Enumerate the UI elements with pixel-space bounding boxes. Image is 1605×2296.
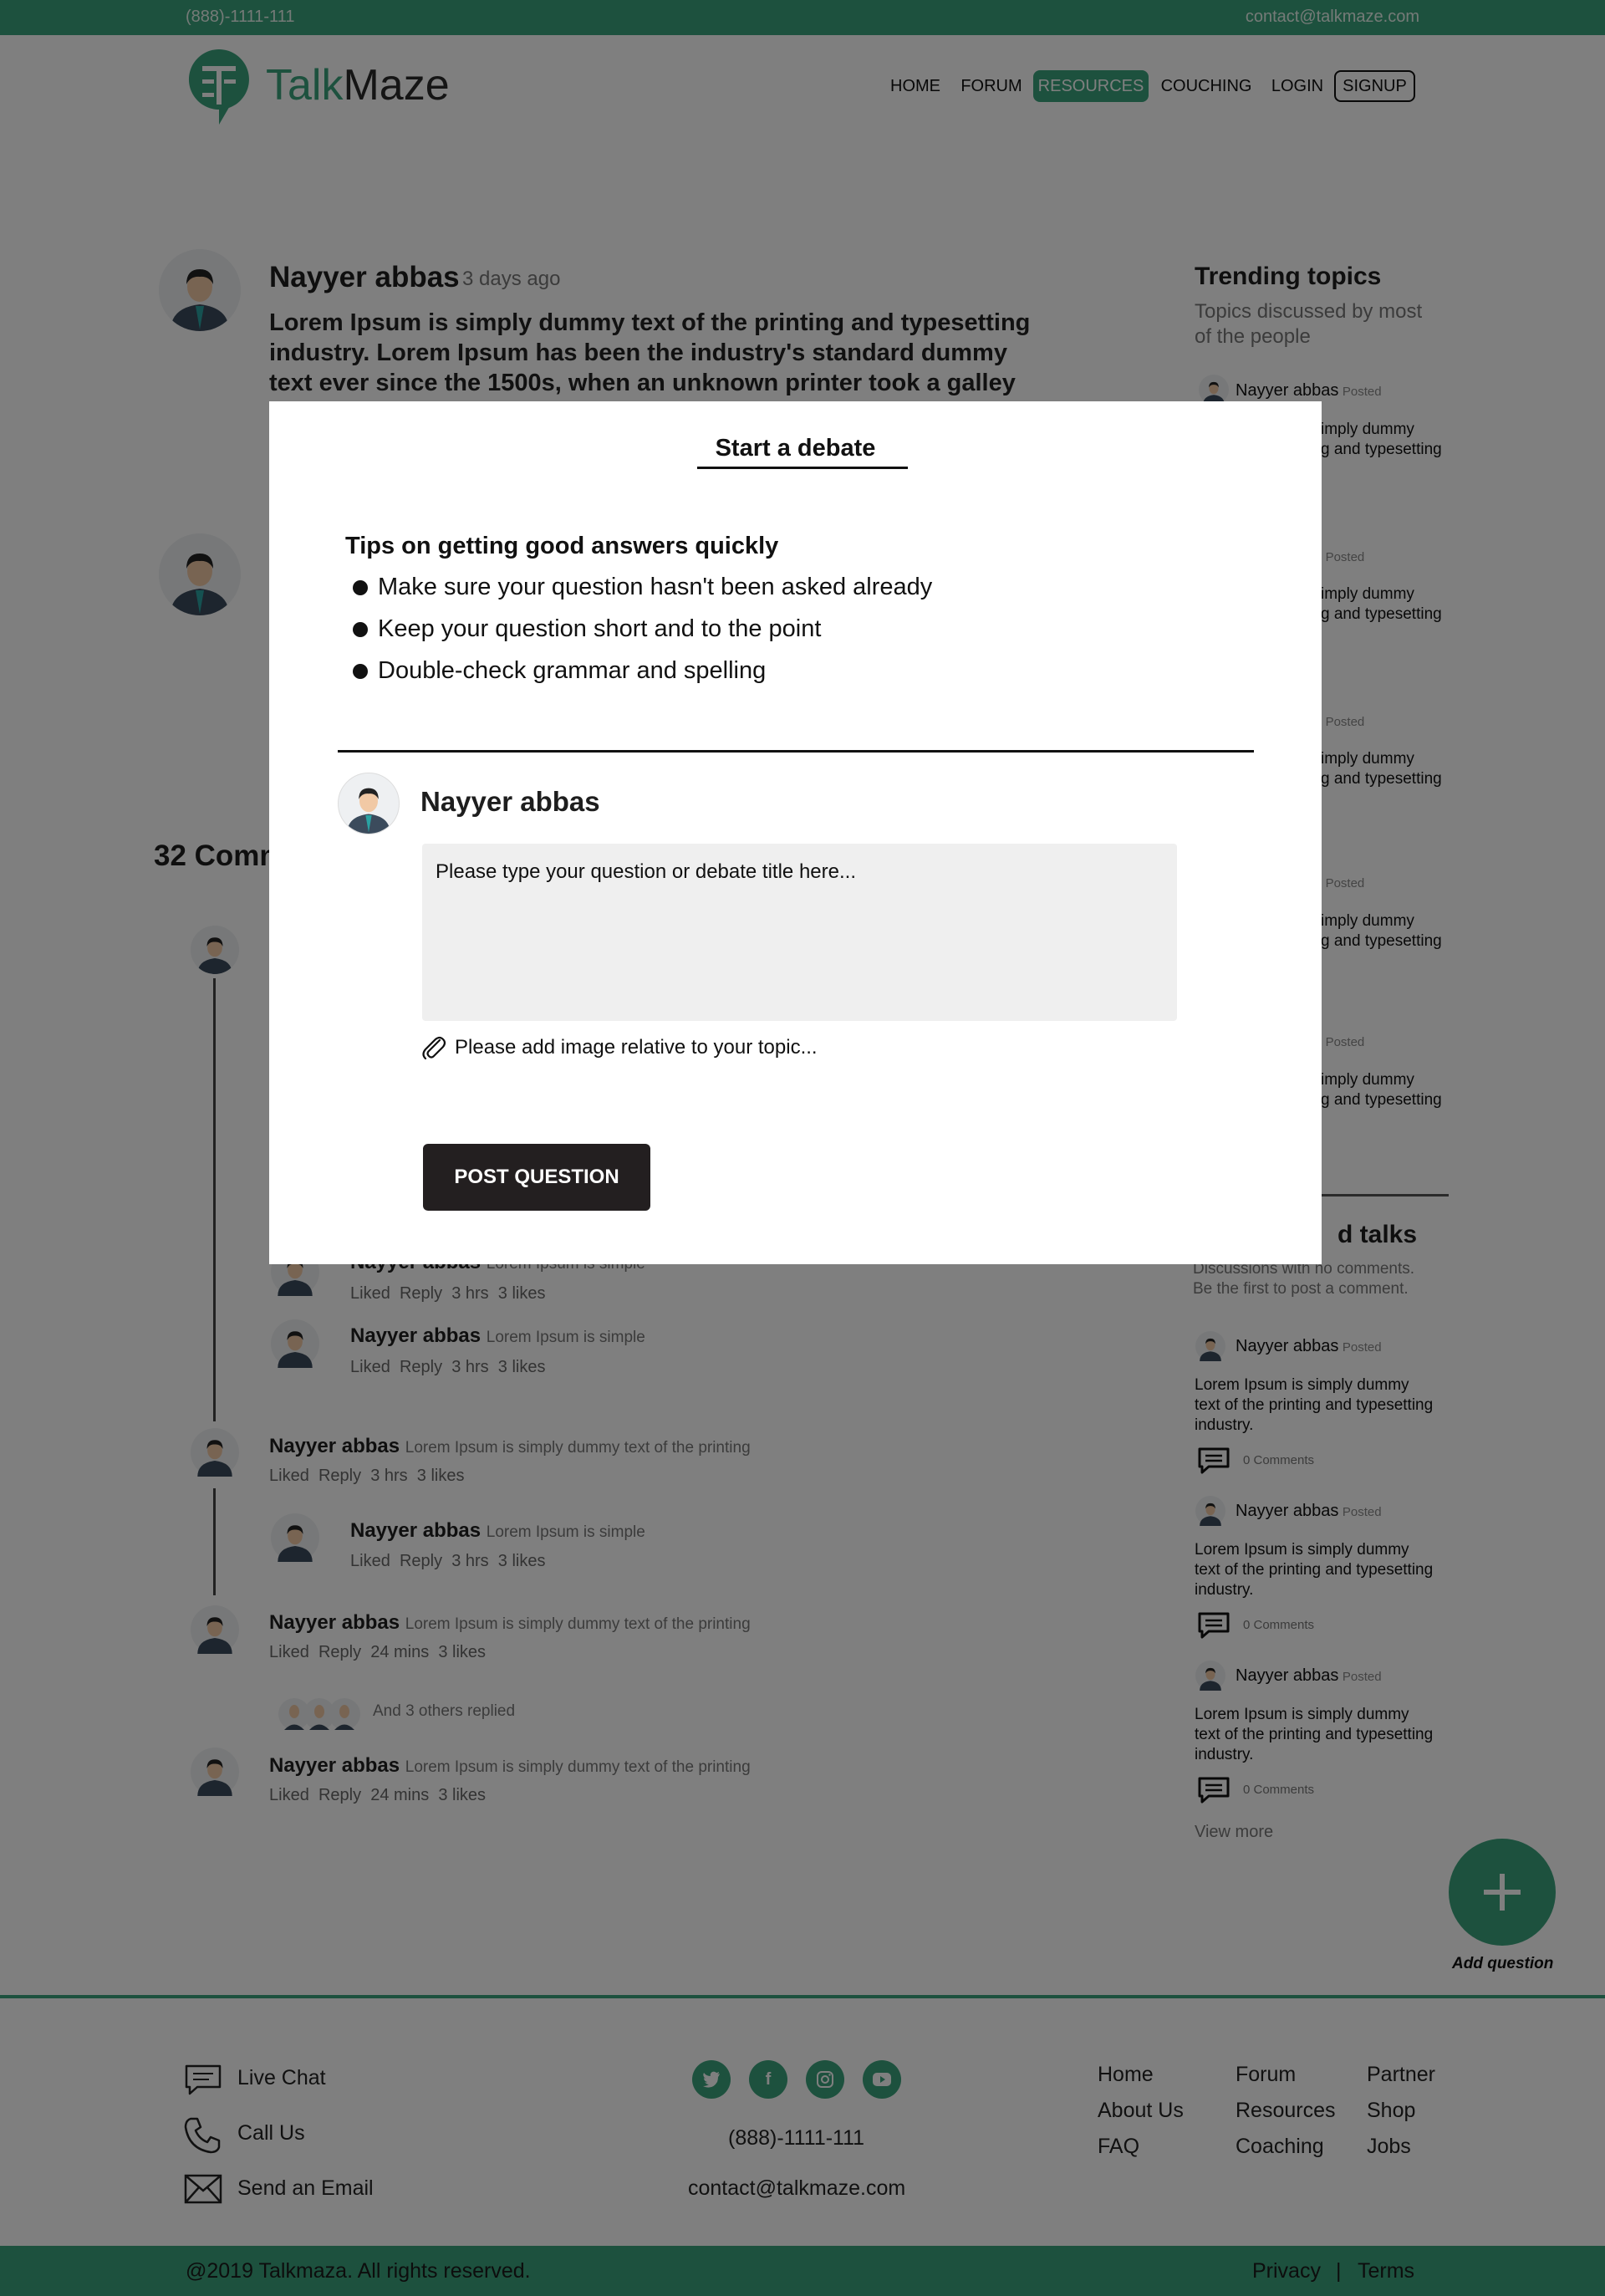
modal-user-name: Nayyer abbas: [420, 786, 600, 817]
tip-item: Keep your question short and to the poin…: [345, 615, 821, 643]
bullet-icon: [353, 663, 368, 679]
user-avatar: [338, 773, 400, 834]
modal-title: Start a debate: [715, 435, 876, 462]
question-input[interactable]: Please type your question or debate titl…: [422, 844, 1177, 1021]
modal-title-underline: [697, 467, 908, 469]
post-question-button[interactable]: POST QUESTION: [423, 1144, 650, 1211]
attach-label: Please add image relative to your topic.…: [455, 1036, 818, 1059]
paperclip-icon: [422, 1036, 446, 1060]
bullet-icon: [353, 579, 368, 595]
bullet-icon: [353, 621, 368, 637]
start-debate-modal: Start a debate Tips on getting good answ…: [269, 401, 1322, 1264]
tip-item: Make sure your question hasn't been aske…: [345, 574, 932, 601]
modal-divider: [338, 750, 1254, 753]
attach-image-link[interactable]: Please add image relative to your topic.…: [420, 1033, 818, 1062]
tip-item: Double-check grammar and spelling: [345, 657, 766, 685]
tips-title: Tips on getting good answers quickly: [345, 533, 779, 559]
